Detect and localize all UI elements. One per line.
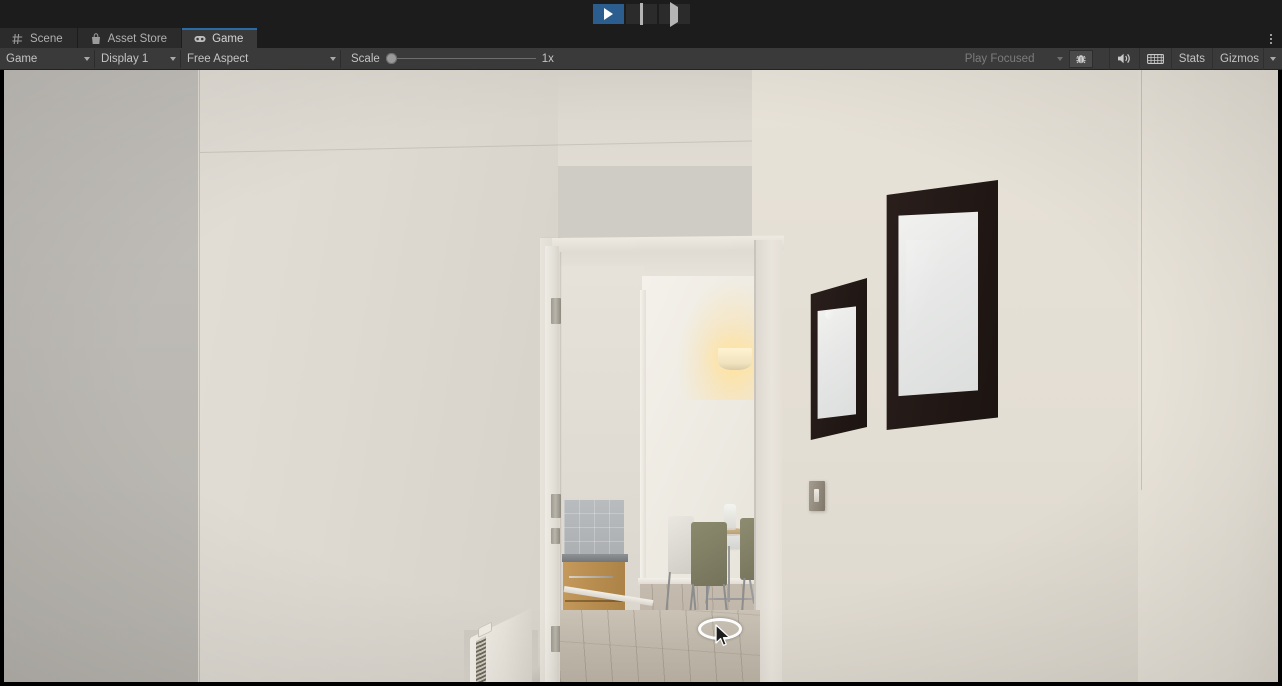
scale-slider-track — [395, 58, 536, 59]
chevron-down-icon — [170, 56, 176, 61]
tile-backsplash — [564, 500, 624, 556]
door-hinge — [551, 298, 561, 324]
target-display-dropdown[interactable]: Game — [0, 49, 95, 68]
gizmos-label: Gizmos — [1220, 52, 1259, 65]
step-icon — [670, 1, 678, 27]
stats-label: Stats — [1178, 52, 1206, 65]
aspect-ratio-value: Free Aspect — [187, 52, 249, 65]
scale-slider-handle[interactable] — [385, 53, 397, 64]
play-mode-focus-dropdown[interactable]: Play Focused — [958, 49, 1067, 68]
stats-grid-button[interactable] — [1138, 47, 1171, 70]
tab-asset-store-label: Asset Store — [107, 33, 168, 45]
tab-game[interactable]: Game — [182, 28, 259, 50]
right-wall-seam — [1141, 70, 1142, 490]
large-picture-frame — [882, 180, 998, 430]
right-wall-return — [1138, 70, 1278, 682]
large-frame-artwork — [898, 211, 978, 397]
grid-icon — [12, 33, 23, 45]
play-controls — [592, 1, 690, 27]
display-value: Display 1 — [101, 52, 149, 65]
scale-label: Scale — [351, 52, 380, 65]
bug-icon — [1076, 54, 1086, 63]
play-button[interactable] — [592, 4, 624, 24]
mute-audio-button[interactable] — [1108, 47, 1139, 70]
wall-sconce-lamp — [718, 348, 752, 370]
small-picture-frame — [809, 278, 867, 440]
target-display-value: Game — [6, 52, 38, 65]
shopping-bag-icon — [91, 33, 100, 44]
room-wall-column — [640, 290, 646, 600]
aspect-ratio-dropdown[interactable]: Free Aspect — [181, 49, 341, 68]
scale-slider[interactable] — [385, 52, 536, 66]
chevron-down-icon — [84, 56, 90, 61]
door-hinge — [551, 494, 561, 518]
sconce-light-glow — [678, 280, 756, 400]
game-view-viewport[interactable] — [0, 70, 1282, 686]
play-mode-focus-value: Play Focused — [964, 52, 1035, 65]
mouse-cursor-icon — [715, 624, 731, 647]
light-switch — [809, 481, 825, 511]
pause-button[interactable] — [625, 3, 657, 25]
stats-grid-icon — [1146, 53, 1164, 64]
gizmos-dropdown-button[interactable] — [1263, 47, 1282, 70]
chevron-down-icon — [1056, 56, 1063, 61]
panel-tab-bar: Scene Asset Store Game — [0, 28, 1282, 50]
display-dropdown[interactable]: Display 1 — [95, 49, 181, 68]
scale-value: 1x — [541, 52, 554, 65]
tab-game-label: Game — [212, 33, 244, 45]
small-frame-artwork — [817, 306, 856, 419]
left-wall-lit-section — [198, 70, 558, 682]
debug-button[interactable] — [1068, 49, 1093, 68]
pause-icon — [639, 3, 643, 25]
stats-button[interactable]: Stats — [1170, 47, 1212, 70]
editor-playbar — [0, 0, 1282, 28]
tab-asset-store[interactable]: Asset Store — [77, 28, 183, 50]
gamepad-icon — [194, 36, 206, 42]
tab-scene[interactable]: Scene — [0, 28, 78, 50]
tab-scene-label: Scene — [30, 33, 63, 45]
chevron-down-icon — [1270, 56, 1276, 61]
step-button[interactable] — [658, 1, 690, 27]
rendered-scene[interactable] — [4, 70, 1278, 682]
wall-corner-edge — [199, 70, 200, 682]
kitchen-countertop — [562, 554, 628, 562]
chevron-down-icon — [330, 56, 336, 61]
door-header — [551, 235, 785, 252]
door-latch — [551, 528, 560, 544]
left-hallway-wall — [4, 70, 200, 682]
radiator-fins — [476, 636, 486, 682]
play-icon — [603, 8, 613, 20]
scale-control: Scale 1x — [341, 52, 564, 66]
gizmos-button[interactable]: Gizmos — [1212, 47, 1263, 70]
game-view-toolbar: Game Display 1 Free Aspect Scale 1x Play… — [0, 47, 1282, 70]
mute-audio-icon — [1117, 53, 1130, 64]
